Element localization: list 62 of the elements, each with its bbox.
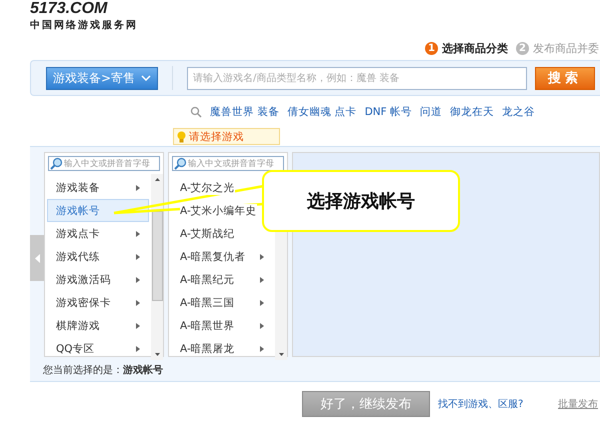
item-label: A-暗黑世界: [180, 318, 235, 332]
category-item[interactable]: 游戏密保卡: [47, 291, 149, 314]
item-label: A-艾米小编年史: [180, 204, 257, 218]
hot-search-link[interactable]: 御龙在天: [450, 105, 494, 119]
category-item[interactable]: 游戏帐号: [47, 199, 149, 222]
collapse-tab[interactable]: [30, 235, 44, 281]
step-number-badge: 2: [516, 42, 529, 54]
item-label: A-暗黑纪元: [180, 272, 235, 286]
item-label: A-艾斯战纪: [180, 226, 235, 240]
batch-publish-link[interactable]: 批量发布: [558, 397, 598, 411]
item-label: A-暗黑屠龙: [180, 342, 235, 356]
category-item[interactable]: 游戏代练: [47, 245, 149, 268]
category-item[interactable]: 棋牌游戏: [47, 314, 149, 337]
scroll-down-icon: [154, 353, 160, 356]
chevron-down-icon: [141, 75, 152, 81]
current-selection-value: 游戏帐号: [123, 365, 163, 376]
hot-search-link[interactable]: 龙之谷: [502, 105, 536, 119]
item-label: 游戏装备: [56, 180, 100, 194]
search-icon: [190, 106, 202, 118]
category-item[interactable]: 游戏装备: [47, 176, 149, 199]
scroll-down-icon: [278, 353, 284, 356]
help-link[interactable]: 找不到游戏、区服?: [438, 397, 524, 411]
category-item[interactable]: A-暗黑屠龙: [171, 337, 273, 360]
item-label: 游戏帐号: [56, 204, 100, 218]
site-tagline: 中国网络游戏服务网: [30, 18, 138, 32]
item-label: A-暗黑三国: [180, 296, 235, 310]
category-item[interactable]: 游戏点卡: [47, 222, 149, 245]
current-selection-label: 您当前选择的是：: [43, 365, 123, 376]
search-icon: [50, 157, 63, 170]
filter-field[interactable]: 输入中文或拼音首字母: [172, 156, 284, 171]
category-item[interactable]: 游戏激活码: [47, 268, 149, 291]
category-item[interactable]: A-暗黑三国: [171, 291, 273, 314]
site-logo[interactable]: 5173.COM: [30, 1, 138, 17]
search-field[interactable]: 请输入游戏名/商品类型名称，例如：魔兽 装备: [187, 66, 527, 90]
search-icon: [174, 157, 187, 170]
hot-search-link[interactable]: 魔兽世界 装备: [210, 105, 280, 119]
step-number-badge: 1: [425, 42, 438, 54]
step-label: 发布商品并委: [533, 40, 599, 56]
item-label: QQ专区: [56, 342, 95, 356]
category-item[interactable]: A-暗黑复仇者: [171, 245, 273, 268]
category-item[interactable]: QQ专区: [47, 337, 149, 360]
item-label: 游戏点卡: [56, 226, 100, 240]
hot-search-link[interactable]: 问道: [420, 105, 442, 119]
scrollbar[interactable]: [151, 174, 163, 360]
callout-tooltip: 选择游戏帐号: [262, 170, 460, 232]
category-item[interactable]: A-暗黑世界: [171, 314, 273, 337]
item-label: 游戏代练: [56, 250, 100, 264]
scrollbar-thumb[interactable]: [152, 211, 162, 301]
step-label: 选择商品分类: [442, 40, 508, 56]
hot-search-link[interactable]: 倩女幽魂 点卡: [287, 105, 357, 119]
category-item[interactable]: A-暗黑纪元: [171, 268, 273, 291]
item-label: 游戏激活码: [56, 272, 111, 286]
item-label: A-暗黑复仇者: [180, 250, 246, 264]
item-label: 游戏密保卡: [56, 296, 111, 310]
item-label: A-艾尔之光: [180, 180, 235, 194]
item-label: 棋牌游戏: [56, 318, 100, 332]
caret-left-icon: [34, 254, 40, 262]
lightbulb-icon: [177, 130, 186, 142]
scroll-up-icon: [154, 178, 160, 181]
hot-search-link[interactable]: DNF 帐号: [364, 105, 412, 119]
filter-field[interactable]: 输入中文或拼音首字母: [48, 156, 160, 171]
hint-text: 请选择游戏: [189, 130, 244, 144]
